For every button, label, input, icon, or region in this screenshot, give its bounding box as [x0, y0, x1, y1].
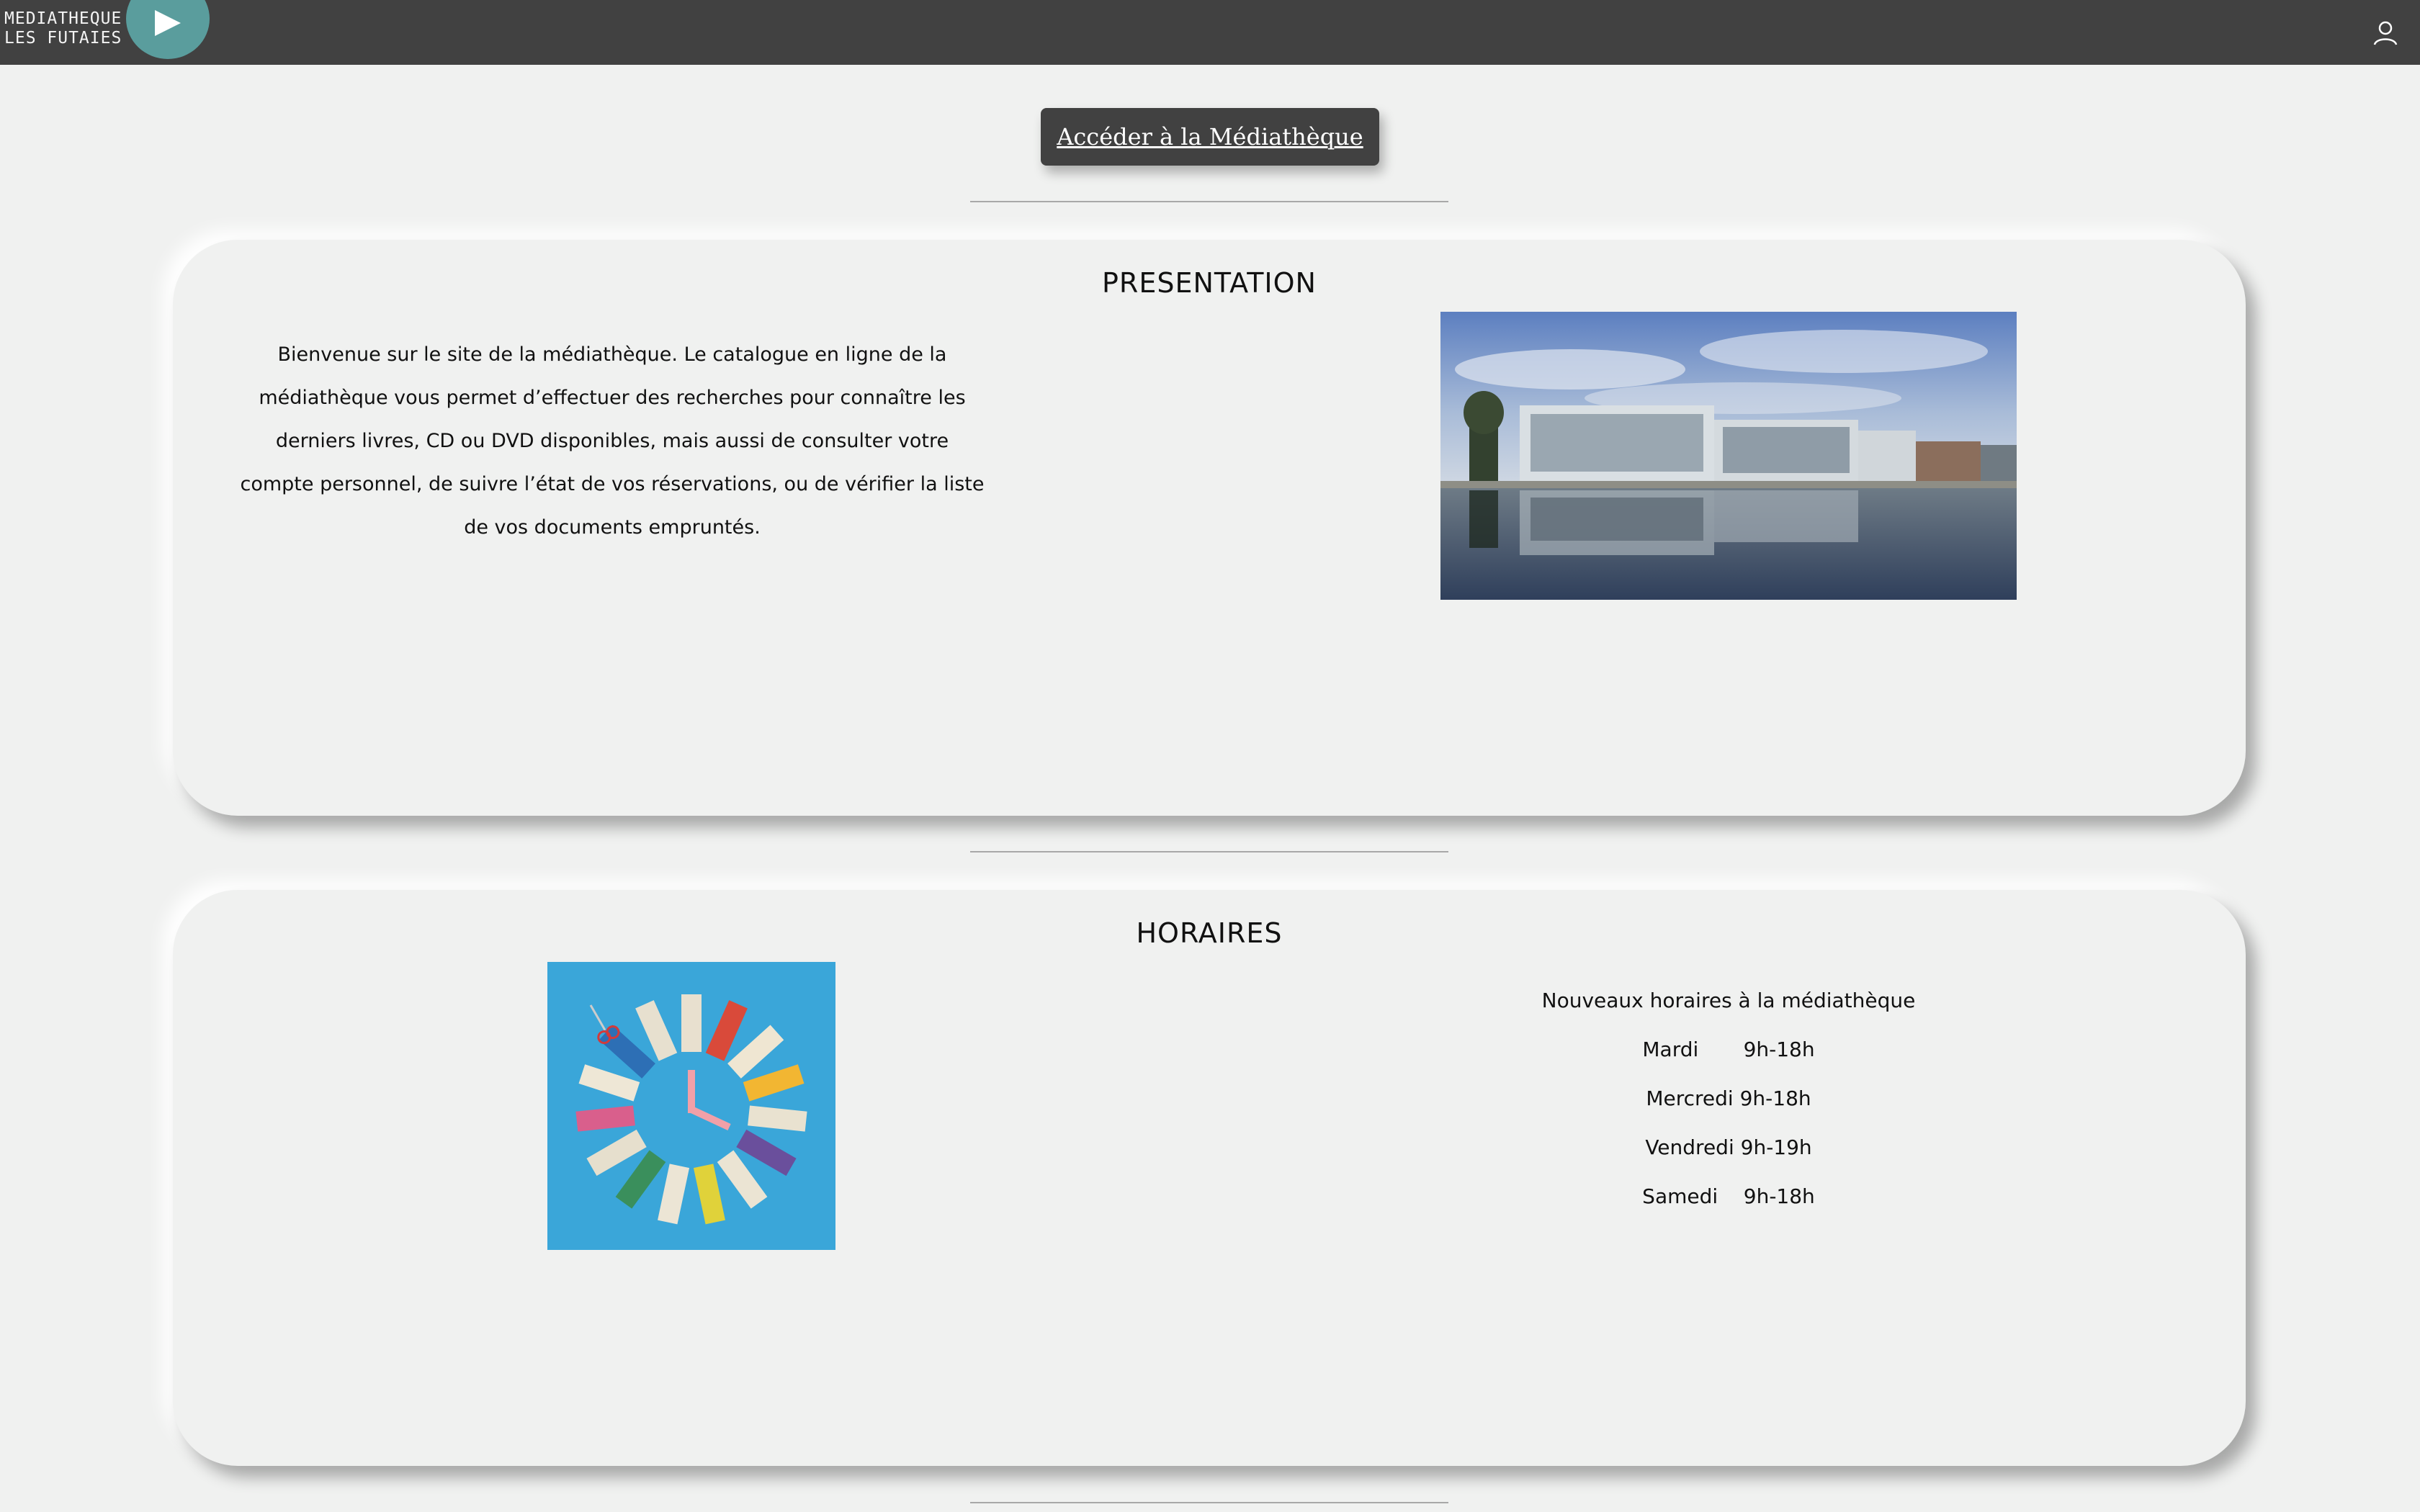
divider — [970, 851, 1448, 852]
presentation-title: PRESENTATION — [1102, 267, 1317, 299]
brand-line-1: MEDIATHEQUE — [4, 9, 122, 28]
horaires-line-mercredi: Mercredi 9h-18h — [1646, 1086, 1811, 1110]
play-button[interactable] — [126, 0, 210, 59]
books-clock-image — [547, 962, 835, 1250]
divider — [970, 201, 1448, 202]
horaires-line-mardi: Mardi 9h-18h — [1642, 1038, 1815, 1061]
horaires-line-samedi: Samedi 9h-18h — [1642, 1184, 1815, 1208]
divider — [970, 1502, 1448, 1503]
presentation-text: Bienvenue sur le site de la médiathèque.… — [240, 343, 985, 539]
library-building-image — [1440, 312, 2017, 600]
top-navigation-bar: MEDIATHEQUE LES FUTAIES — [0, 0, 2420, 65]
horaires-card: HORAIRES Nouveaux horaires à la médiathè… — [173, 890, 2246, 1466]
presentation-card: PRESENTATION Bienvenue sur le site de la… — [173, 240, 2246, 816]
access-mediatheque-button[interactable]: Accéder à la Médiathèque — [1041, 108, 1379, 166]
horaires-intro: Nouveaux horaires à la médiathèque — [1541, 989, 1916, 1012]
play-icon — [155, 10, 181, 36]
site-logo[interactable]: MEDIATHEQUE LES FUTAIES — [4, 9, 122, 48]
horaires-title: HORAIRES — [1136, 917, 1283, 949]
horaires-line-vendredi: Vendredi 9h-19h — [1645, 1135, 1812, 1159]
brand-line-2: LES FUTAIES — [4, 29, 122, 48]
user-icon[interactable] — [2371, 19, 2400, 48]
horaires-text: Nouveaux horaires à la médiathèque Mardi… — [1440, 976, 2017, 1221]
